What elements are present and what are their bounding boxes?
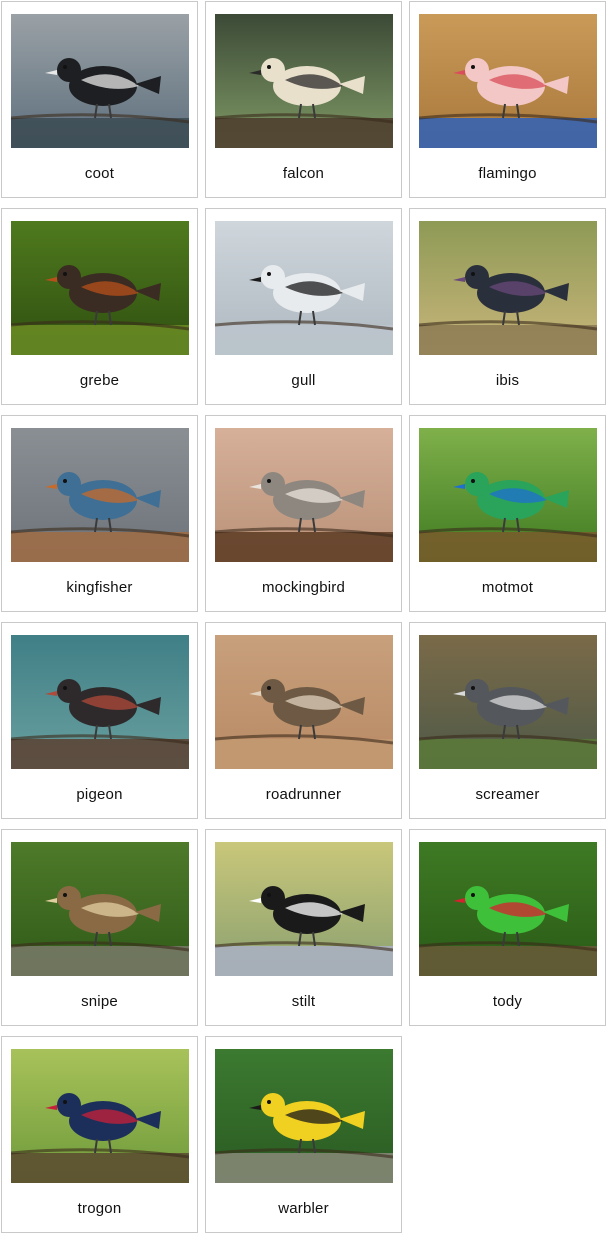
bird-card-warbler: warbler xyxy=(205,1036,402,1233)
bird-photo xyxy=(11,428,189,562)
bird-photo xyxy=(215,221,393,355)
bird-card-label: trogon xyxy=(77,1200,122,1217)
bird-card-label: coot xyxy=(84,165,115,182)
bird-photo xyxy=(11,221,189,355)
bird-card-kingfisher: kingfisher xyxy=(1,415,198,612)
bird-photo xyxy=(419,842,597,976)
bird-photo xyxy=(419,635,597,769)
bird-card-roadrunner: roadrunner xyxy=(205,622,402,819)
bird-photo xyxy=(11,842,189,976)
bird-card-label: pigeon xyxy=(76,786,123,803)
bird-card-mockingbird: mockingbird xyxy=(205,415,402,612)
bird-photo xyxy=(215,428,393,562)
bird-photo xyxy=(215,635,393,769)
bird-card-label: roadrunner xyxy=(265,786,342,803)
bird-photo xyxy=(11,14,189,148)
bird-card-label: flamingo xyxy=(478,165,537,182)
flashcard-grid: coot falcon flamingo grebe gull ibis kingfishe… xyxy=(0,0,610,1244)
bird-card-pigeon: pigeon xyxy=(1,622,198,819)
bird-card-label: stilt xyxy=(291,993,316,1010)
bird-card-label: ibis xyxy=(495,372,520,389)
bird-card-coot: coot xyxy=(1,1,198,198)
bird-photo xyxy=(215,842,393,976)
bird-card-label: falcon xyxy=(282,165,325,182)
bird-card-label: grebe xyxy=(79,372,120,389)
bird-card-label: kingfisher xyxy=(66,579,133,596)
bird-card-flamingo: flamingo xyxy=(409,1,606,198)
bird-card-screamer: screamer xyxy=(409,622,606,819)
bird-card-snipe: snipe xyxy=(1,829,198,1026)
bird-card-motmot: motmot xyxy=(409,415,606,612)
bird-card-label: gull xyxy=(291,372,316,389)
bird-photo xyxy=(419,14,597,148)
bird-photo xyxy=(419,428,597,562)
bird-photo xyxy=(419,221,597,355)
bird-card-trogon: trogon xyxy=(1,1036,198,1233)
bird-card-falcon: falcon xyxy=(205,1,402,198)
bird-card-tody: tody xyxy=(409,829,606,1026)
bird-photo xyxy=(215,1049,393,1183)
bird-card-label: mockingbird xyxy=(261,579,346,596)
bird-card-label: screamer xyxy=(475,786,540,803)
bird-photo xyxy=(215,14,393,148)
bird-card-label: warbler xyxy=(278,1200,329,1217)
bird-card-gull: gull xyxy=(205,208,402,405)
bird-card-label: snipe xyxy=(81,993,118,1010)
bird-card-stilt: stilt xyxy=(205,829,402,1026)
bird-card-label: tody xyxy=(492,993,523,1010)
bird-photo xyxy=(11,1049,189,1183)
bird-card-label: motmot xyxy=(481,579,534,596)
bird-card-grebe: grebe xyxy=(1,208,198,405)
bird-card-ibis: ibis xyxy=(409,208,606,405)
bird-photo xyxy=(11,635,189,769)
